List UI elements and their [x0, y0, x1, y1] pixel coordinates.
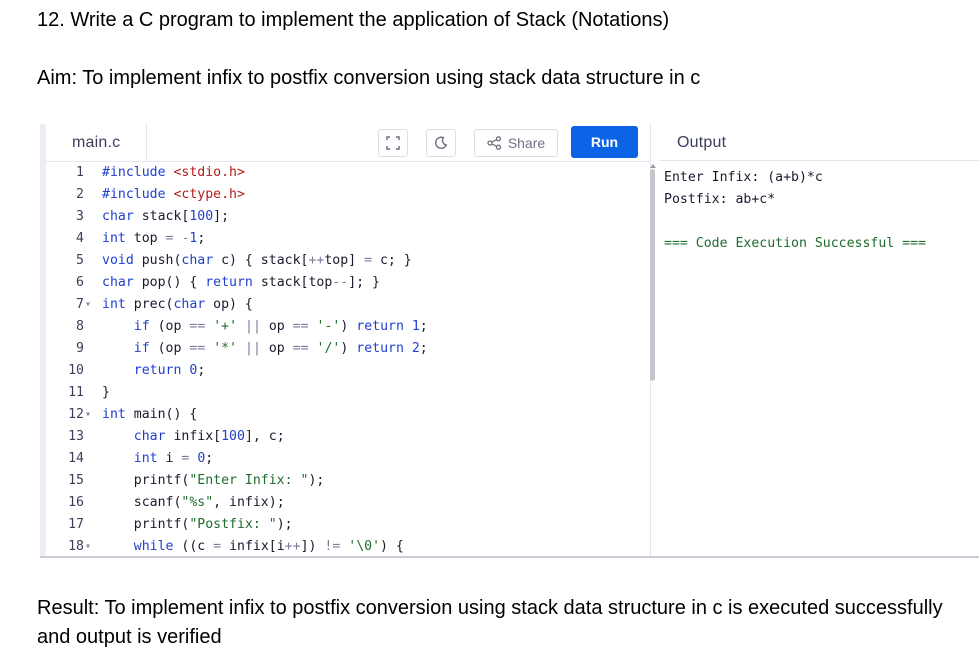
line-number: 10 — [68, 363, 84, 378]
output-line: Postfix: ab+c* — [664, 192, 776, 207]
aim-text: Aim: To implement infix to postfix conve… — [37, 67, 701, 89]
share-button[interactable]: Share — [474, 129, 558, 157]
editor-header: main.c Share Run — [46, 124, 650, 162]
output-line: Enter Infix: (a+b)*c — [664, 170, 823, 185]
line-number: 7 — [76, 297, 84, 312]
output-console: Enter Infix: (a+b)*c Postfix: ab+c* === Co… — [664, 167, 926, 255]
result-text: Result: To implement infix to postfix co… — [37, 597, 943, 648]
code-text: void push(char c) { stack[++top] = c; } — [102, 253, 412, 268]
share-label: Share — [507, 135, 546, 151]
scroll-up-arrow[interactable] — [650, 164, 656, 168]
line-number: 14 — [68, 451, 84, 466]
fold-arrow-icon[interactable]: ▾ — [85, 536, 95, 556]
line-number: 9 — [76, 341, 84, 356]
fold-arrow-icon[interactable]: ▾ — [85, 294, 95, 316]
code-text: int prec(char op) { — [102, 297, 253, 312]
run-button[interactable]: Run — [571, 126, 638, 158]
question-heading: 12. Write a C program to implement the a… — [37, 9, 670, 31]
code-text: int main() { — [102, 407, 198, 422]
editor-pane: main.c Share Run 1 #include <stdio.h> 2 — [40, 124, 651, 556]
fullscreen-button[interactable] — [378, 129, 408, 157]
moon-icon — [434, 136, 448, 149]
line-number: 13 — [68, 429, 84, 444]
line-number: 18 — [68, 539, 84, 554]
code-text: } — [102, 385, 110, 400]
code-text: scanf("%s", infix); — [102, 495, 285, 510]
line-number: 5 — [76, 253, 84, 268]
code-text: printf("Enter Infix: "); — [102, 473, 325, 488]
editor-scrollbar[interactable] — [650, 169, 655, 381]
share-icon — [487, 136, 501, 150]
code-text: while ((c = infix[i++]) != '\0') { — [133, 539, 404, 554]
fullscreen-icon — [386, 136, 400, 150]
line-number: 6 — [76, 275, 84, 290]
line-number: 1 — [76, 165, 84, 180]
code-text: int top = -1; — [102, 231, 206, 246]
line-number: 12 — [68, 407, 84, 422]
line-number: 11 — [68, 385, 84, 400]
line-number: 4 — [76, 231, 84, 246]
fold-arrow-icon[interactable]: ▾ — [85, 404, 95, 426]
line-number: 2 — [76, 187, 84, 202]
code-text: int i = 0; — [133, 451, 214, 466]
output-title: Output — [677, 134, 727, 151]
output-line: === Code Execution Successful === — [664, 236, 927, 251]
code-text: #include <ctype.h> — [102, 187, 245, 202]
line-number: 3 — [76, 209, 84, 224]
line-number: 8 — [76, 319, 84, 334]
line-number: 16 — [68, 495, 84, 510]
line-number: 15 — [68, 473, 84, 488]
output-pane: Output Enter Infix: (a+b)*c Postfix: ab+c… — [659, 124, 979, 556]
line-number: 17 — [68, 517, 84, 532]
code-text: char stack[100]; — [102, 209, 230, 224]
code-text: if (op == '*' || op == '/') return 2; — [133, 341, 428, 356]
file-tab[interactable]: main.c — [46, 124, 147, 161]
code-editor-screenshot: main.c Share Run 1 #include <stdio.h> 2 — [40, 124, 979, 558]
theme-toggle-button[interactable] — [426, 129, 456, 157]
code-text: return 0; — [133, 363, 206, 378]
code-text: printf("Postfix: "); — [102, 517, 293, 532]
code-text: #include <stdio.h> — [102, 165, 245, 180]
code-text: char infix[100], c; — [133, 429, 285, 444]
output-header: Output — [659, 124, 979, 161]
code-text: char pop() { return stack[top--]; } — [102, 275, 380, 290]
code-text: if (op == '+' || op == '-') return 1; — [133, 319, 428, 334]
